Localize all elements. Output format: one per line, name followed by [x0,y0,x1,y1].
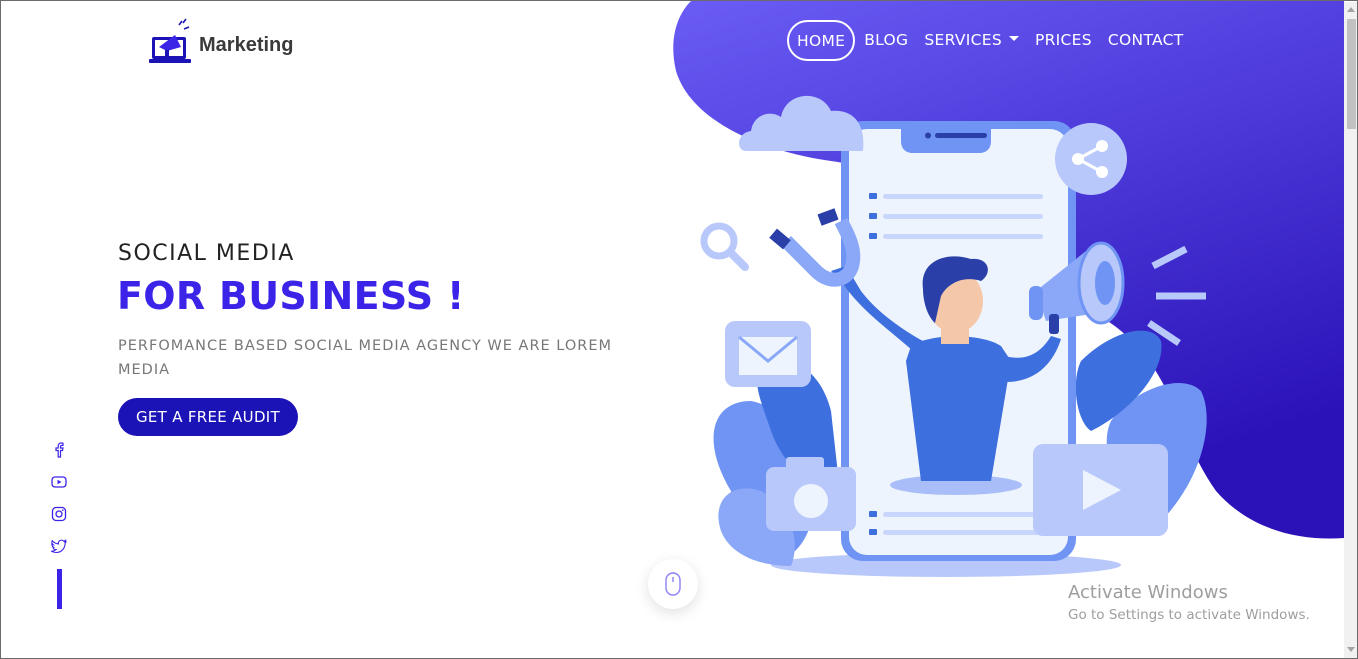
social-indicator-bar [57,569,62,609]
nav-blog[interactable]: BLOG [864,31,908,49]
main-nav: HOME BLOG SERVICES PRICES CONTACT [787,19,1200,61]
social-media-illustration [700,95,1207,577]
scroll-down-button[interactable] [648,559,698,609]
instagram-icon[interactable] [51,506,67,522]
caret-down-icon [1008,36,1019,41]
hero-kicker: SOCIAL MEDIA [118,241,295,266]
scroll-down-arrow-icon[interactable] [1347,647,1355,652]
megaphone-laptop-icon [149,18,191,63]
windows-activation-subtitle: Go to Settings to activate Windows. [1068,607,1310,623]
nav-prices[interactable]: PRICES [1035,31,1092,49]
nav-contact[interactable]: CONTACT [1108,31,1184,49]
vertical-scrollbar[interactable] [1344,2,1357,658]
mouse-icon [665,572,681,596]
twitter-icon[interactable] [51,538,67,554]
facebook-icon[interactable] [51,442,67,458]
youtube-icon[interactable] [51,474,67,490]
brand-logo[interactable]: Marketing [149,17,293,63]
nav-home[interactable]: HOME [787,19,856,61]
hero-subtitle: PERFOMANCE BASED SOCIAL MEDIA AGENCY WE … [118,338,613,378]
brand-name: Marketing [199,33,294,56]
windows-activation-title: Activate Windows [1068,582,1228,603]
nav-services-label: SERVICES [924,31,1002,49]
page: Marketing HOME BLOG SERVICES PRICES CONT… [0,0,1358,659]
nav-services[interactable]: SERVICES [924,31,1019,49]
hero-title: FOR BUSINESS ! [117,274,465,318]
scroll-up-arrow-icon[interactable] [1347,7,1355,12]
free-audit-button[interactable]: GET A FREE AUDIT [118,398,298,436]
scrollbar-thumb[interactable] [1347,19,1356,129]
